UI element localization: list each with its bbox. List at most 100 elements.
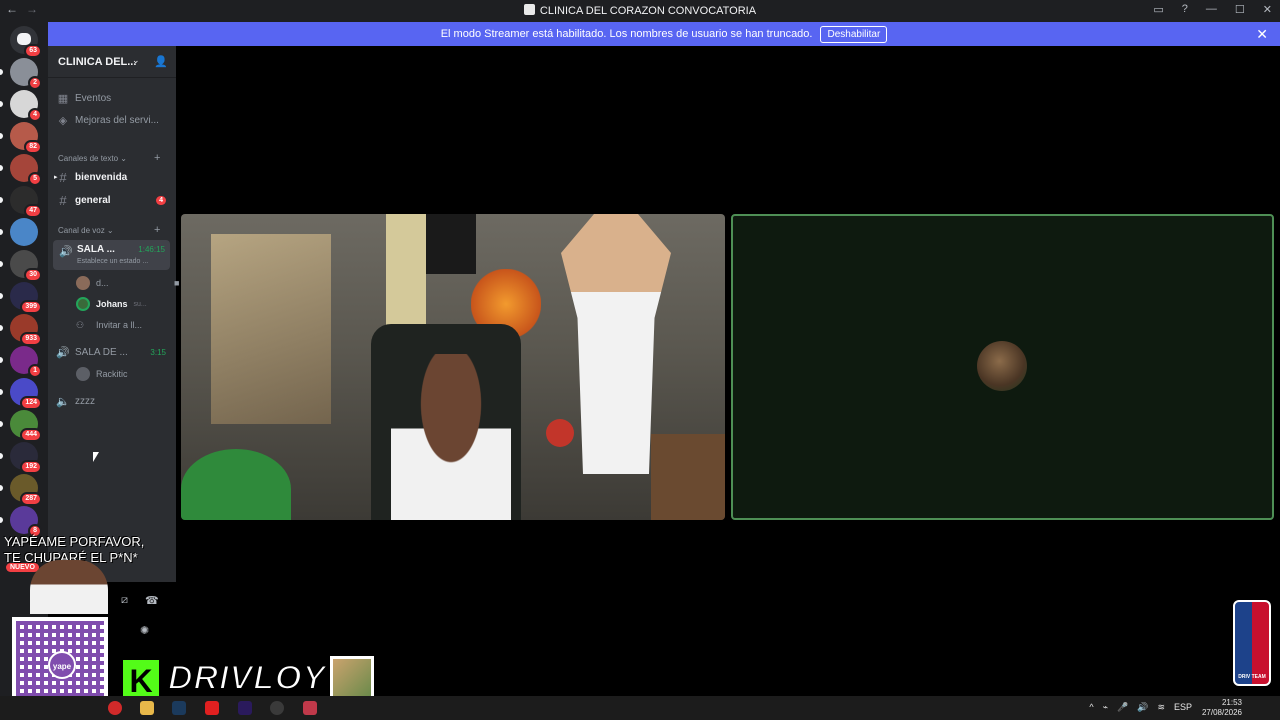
kick-logo: K	[120, 657, 162, 699]
close-button[interactable]: ✕	[1263, 3, 1272, 16]
voice-channel-2[interactable]: 🔊 SALA DE ... 3:15	[56, 342, 170, 362]
taskbar-premiere-icon[interactable]	[238, 701, 252, 715]
invite-to-voice[interactable]: ⚇ Invitar a ll...	[76, 316, 142, 334]
server-icon-1[interactable]: 2	[0, 58, 42, 90]
chevron-down-icon: ⌄	[132, 55, 140, 65]
video-tile-avatar[interactable]	[731, 214, 1274, 520]
calendar-icon: ▦	[57, 92, 69, 105]
invite-label: Invitar a ll...	[96, 320, 143, 330]
unread-pill	[0, 453, 3, 459]
channel-bienvenida[interactable]: ▸ # bienvenida	[54, 167, 170, 187]
activity-icon[interactable]: ✺	[140, 624, 149, 637]
language-indicator[interactable]: ESP	[1174, 702, 1192, 713]
unread-pill	[0, 357, 3, 363]
unread-pill	[0, 229, 3, 235]
taskbar-discord-icon[interactable]	[303, 701, 317, 715]
voice-channel-3[interactable]: 🔈 zzzz	[56, 391, 170, 411]
disable-streamer-button[interactable]: Deshabilitar	[820, 25, 888, 43]
clock-time: 21:53	[1221, 698, 1242, 707]
volume-icon[interactable]: 🔊	[1137, 702, 1148, 713]
unread-pill	[0, 517, 3, 523]
streamer-name: DRIVLOY	[167, 658, 327, 698]
server-icon-4[interactable]: 5	[0, 154, 42, 186]
add-text-channel-icon[interactable]: +	[154, 152, 160, 164]
add-voice-channel-icon[interactable]: +	[154, 224, 160, 236]
server-icon-15[interactable]: 8	[0, 506, 42, 538]
server-icon-9[interactable]: 933	[0, 314, 42, 346]
clock[interactable]: 21:53 27/08/2026	[1202, 698, 1242, 718]
voice-category-label: Canal de voz	[58, 226, 105, 235]
network-icon[interactable]: ⌁	[1103, 702, 1108, 713]
voice-user[interactable]: Rackitic	[76, 365, 128, 383]
voice-channel-name: SALA ...	[77, 244, 115, 255]
taskbar-obs-icon[interactable]	[270, 701, 284, 715]
wifi-icon[interactable]: ≋	[1157, 702, 1165, 713]
server-icon-14[interactable]: 287	[0, 474, 42, 506]
invite-icon[interactable]: 👤	[154, 55, 168, 68]
avatar	[977, 341, 1027, 391]
voice-user[interactable]: Johans su...	[76, 295, 147, 313]
unread-pill	[0, 69, 3, 75]
unread-pill	[0, 101, 3, 107]
unread-pill	[0, 197, 3, 203]
voice-user-name: Rackitic	[96, 369, 128, 379]
voice-status[interactable]: Establece un estado ...	[77, 258, 148, 265]
streamer-mode-message: El modo Streamer está habilitado. Los no…	[440, 28, 813, 40]
video-icon: ■	[174, 278, 180, 288]
mention-badge: 933	[20, 332, 42, 346]
text-category[interactable]: Canales de texto ⌄	[58, 154, 127, 163]
taskbar-app-icon[interactable]	[108, 701, 122, 715]
server-icon-8[interactable]: 399	[0, 282, 42, 314]
taskbar-folder-icon[interactable]	[140, 701, 154, 715]
help-icon[interactable]: ?	[1182, 3, 1188, 16]
taskbar-steam-icon[interactable]	[172, 701, 186, 715]
mention-badge: 287	[20, 492, 42, 506]
mention-badge: 1	[28, 364, 42, 378]
window-title-text: CLINICA DEL CORAZON CONVOCATORIA	[539, 5, 757, 17]
nba-logo: DRIV TEAM	[1233, 600, 1271, 686]
server-icon-6[interactable]	[0, 218, 38, 246]
avatar	[76, 276, 90, 290]
screen-share-off-icon[interactable]: ⧄	[121, 594, 128, 607]
clock-date: 27/08/2026	[1201, 708, 1242, 717]
server-icon-10[interactable]: 1	[0, 346, 42, 378]
voice-timer: 1:46:15	[138, 245, 165, 254]
server-icon-5[interactable]: 47	[0, 186, 42, 218]
unread-pill	[0, 421, 3, 427]
voice-category[interactable]: Canal de voz ⌄	[58, 226, 114, 235]
maximize-button[interactable]: ☐	[1235, 3, 1245, 16]
disconnect-icon[interactable]: ☎	[145, 594, 159, 607]
server-icon-2[interactable]: 4	[0, 90, 42, 122]
avatar	[76, 367, 90, 381]
server-icon-13[interactable]: 192	[0, 442, 42, 474]
home-button[interactable]: 63	[10, 26, 42, 58]
streamer-mode-banner: El modo Streamer está habilitado. Los no…	[48, 22, 1280, 46]
video-tile-webcam[interactable]	[181, 214, 725, 520]
tray-expand-icon[interactable]: ^	[1089, 702, 1093, 713]
voice-user[interactable]: d... ■	[76, 274, 179, 292]
inbox-icon[interactable]: ▭	[1153, 3, 1163, 16]
voice-user-name: Johans	[96, 299, 128, 309]
minimize-button[interactable]: —	[1206, 3, 1217, 16]
voice-channel-name: SALA DE ...	[75, 346, 128, 358]
streamer-thumbnail	[330, 656, 375, 700]
server-header[interactable]: CLINICA DEL... ⌄ 👤	[48, 46, 176, 78]
taskbar-youtube-icon[interactable]	[205, 701, 219, 715]
events-item[interactable]: ▦ Eventos	[56, 88, 170, 108]
channel-general[interactable]: # general 4	[56, 190, 170, 210]
mention-badge: 399	[20, 300, 42, 314]
server-icon	[523, 4, 535, 15]
server-icon-12[interactable]: 444	[0, 410, 42, 442]
banner-close-icon[interactable]: ✕	[1256, 26, 1268, 43]
streamer-photo	[30, 560, 108, 614]
mention-badge: 5	[28, 172, 42, 186]
server-icon-7[interactable]: 30	[0, 250, 42, 282]
server-icon-11[interactable]: 124	[0, 378, 42, 410]
boost-item[interactable]: ◈ Mejoras del servi...	[56, 110, 170, 130]
voice-channel-active[interactable]: 🔊 SALA ... 1:46:15 Establece un estado .…	[53, 240, 170, 270]
microphone-icon[interactable]: 🎤	[1117, 702, 1128, 713]
unread-pill	[0, 389, 3, 395]
server-icon-3[interactable]: 82	[0, 122, 42, 154]
mention-badge: 82	[24, 140, 42, 154]
shelf	[651, 434, 725, 520]
